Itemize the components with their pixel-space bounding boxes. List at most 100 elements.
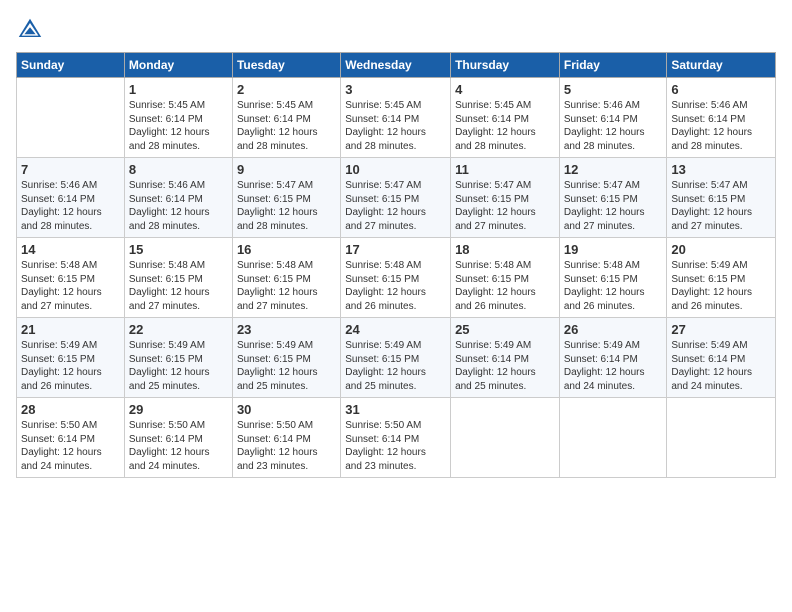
day-number: 30 — [237, 402, 336, 417]
day-number: 10 — [345, 162, 446, 177]
day-number: 4 — [455, 82, 555, 97]
column-header-sunday: Sunday — [17, 53, 125, 78]
calendar-cell: 19 Sunrise: 5:48 AM Sunset: 6:15 PM Dayli… — [559, 238, 667, 318]
day-number: 22 — [129, 322, 228, 337]
calendar-cell — [17, 78, 125, 158]
day-number: 8 — [129, 162, 228, 177]
day-info: Sunrise: 5:45 AM Sunset: 6:14 PM Dayligh… — [129, 99, 228, 153]
day-info: Sunrise: 5:45 AM Sunset: 6:14 PM Dayligh… — [345, 99, 446, 153]
calendar-cell: 10 Sunrise: 5:47 AM Sunset: 6:15 PM Dayli… — [341, 158, 451, 238]
day-info: Sunrise: 5:49 AM Sunset: 6:15 PM Dayligh… — [129, 339, 228, 393]
day-info: Sunrise: 5:50 AM Sunset: 6:14 PM Dayligh… — [21, 419, 120, 473]
day-number: 26 — [564, 322, 663, 337]
calendar-cell: 11Sunrise: 5:47 AM Sunset: 6:15 PM Dayli… — [451, 158, 560, 238]
calendar-cell: 16Sunrise: 5:48 AM Sunset: 6:15 PM Dayli… — [232, 238, 340, 318]
calendar-cell: 15 Sunrise: 5:48 AM Sunset: 6:15 PM Dayli… — [124, 238, 232, 318]
calendar-cell: 12Sunrise: 5:47 AM Sunset: 6:15 PM Dayli… — [559, 158, 667, 238]
day-number: 2 — [237, 82, 336, 97]
calendar-cell: 9Sunrise: 5:47 AM Sunset: 6:15 PM Daylig… — [232, 158, 340, 238]
column-header-monday: Monday — [124, 53, 232, 78]
logo-icon — [16, 16, 44, 44]
day-number: 31 — [345, 402, 446, 417]
day-info: Sunrise: 5:49 AM Sunset: 6:15 PM Dayligh… — [671, 259, 771, 313]
calendar-cell: 31 Sunrise: 5:50 AM Sunset: 6:14 PM Dayli… — [341, 398, 451, 478]
day-info: Sunrise: 5:47 AM Sunset: 6:15 PM Dayligh… — [345, 179, 446, 233]
day-number: 20 — [671, 242, 771, 257]
day-info: Sunrise: 5:48 AM Sunset: 6:15 PM Dayligh… — [564, 259, 663, 313]
calendar-cell: 27 Sunrise: 5:49 AM Sunset: 6:14 PM Dayli… — [667, 318, 776, 398]
calendar-header-row: SundayMondayTuesdayWednesdayThursdayFrid… — [17, 53, 776, 78]
day-number: 29 — [129, 402, 228, 417]
calendar-cell: 25 Sunrise: 5:49 AM Sunset: 6:14 PM Dayli… — [451, 318, 560, 398]
calendar-cell: 24Sunrise: 5:49 AM Sunset: 6:15 PM Dayli… — [341, 318, 451, 398]
day-number: 1 — [129, 82, 228, 97]
day-info: Sunrise: 5:49 AM Sunset: 6:14 PM Dayligh… — [564, 339, 663, 393]
column-header-wednesday: Wednesday — [341, 53, 451, 78]
calendar-cell: 30 Sunrise: 5:50 AM Sunset: 6:14 PM Dayli… — [232, 398, 340, 478]
day-info: Sunrise: 5:48 AM Sunset: 6:15 PM Dayligh… — [129, 259, 228, 313]
calendar-cell: 14 Sunrise: 5:48 AM Sunset: 6:15 PM Dayli… — [17, 238, 125, 318]
calendar-cell: 4Sunrise: 5:45 AM Sunset: 6:14 PM Daylig… — [451, 78, 560, 158]
day-number: 18 — [455, 242, 555, 257]
day-info: Sunrise: 5:49 AM Sunset: 6:15 PM Dayligh… — [21, 339, 120, 393]
calendar-week-row: 28 Sunrise: 5:50 AM Sunset: 6:14 PM Dayli… — [17, 398, 776, 478]
calendar-week-row: 1 Sunrise: 5:45 AM Sunset: 6:14 PM Daylig… — [17, 78, 776, 158]
day-info: Sunrise: 5:46 AM Sunset: 6:14 PM Dayligh… — [564, 99, 663, 153]
calendar-cell: 23 Sunrise: 5:49 AM Sunset: 6:15 PM Dayli… — [232, 318, 340, 398]
day-number: 19 — [564, 242, 663, 257]
day-info: Sunrise: 5:48 AM Sunset: 6:15 PM Dayligh… — [237, 259, 336, 313]
calendar-cell: 13 Sunrise: 5:47 AM Sunset: 6:15 PM Dayli… — [667, 158, 776, 238]
day-info: Sunrise: 5:50 AM Sunset: 6:14 PM Dayligh… — [345, 419, 446, 473]
column-header-friday: Friday — [559, 53, 667, 78]
day-number: 21 — [21, 322, 120, 337]
day-info: Sunrise: 5:48 AM Sunset: 6:15 PM Dayligh… — [21, 259, 120, 313]
calendar-cell: 2 Sunrise: 5:45 AM Sunset: 6:14 PM Daylig… — [232, 78, 340, 158]
day-info: Sunrise: 5:46 AM Sunset: 6:14 PM Dayligh… — [671, 99, 771, 153]
day-number: 23 — [237, 322, 336, 337]
day-number: 14 — [21, 242, 120, 257]
day-number: 17 — [345, 242, 446, 257]
day-number: 13 — [671, 162, 771, 177]
day-number: 6 — [671, 82, 771, 97]
day-info: Sunrise: 5:47 AM Sunset: 6:15 PM Dayligh… — [237, 179, 336, 233]
calendar-cell: 17 Sunrise: 5:48 AM Sunset: 6:15 PM Dayli… — [341, 238, 451, 318]
day-number: 28 — [21, 402, 120, 417]
page-header — [16, 16, 776, 44]
day-info: Sunrise: 5:47 AM Sunset: 6:15 PM Dayligh… — [671, 179, 771, 233]
day-number: 5 — [564, 82, 663, 97]
day-info: Sunrise: 5:46 AM Sunset: 6:14 PM Dayligh… — [21, 179, 120, 233]
day-info: Sunrise: 5:50 AM Sunset: 6:14 PM Dayligh… — [129, 419, 228, 473]
day-number: 15 — [129, 242, 228, 257]
calendar-week-row: 14 Sunrise: 5:48 AM Sunset: 6:15 PM Dayli… — [17, 238, 776, 318]
day-info: Sunrise: 5:48 AM Sunset: 6:15 PM Dayligh… — [455, 259, 555, 313]
calendar-cell: 21 Sunrise: 5:49 AM Sunset: 6:15 PM Dayli… — [17, 318, 125, 398]
calendar-cell: 18 Sunrise: 5:48 AM Sunset: 6:15 PM Dayli… — [451, 238, 560, 318]
calendar-cell: 29 Sunrise: 5:50 AM Sunset: 6:14 PM Dayli… — [124, 398, 232, 478]
calendar-cell: 20 Sunrise: 5:49 AM Sunset: 6:15 PM Dayli… — [667, 238, 776, 318]
column-header-tuesday: Tuesday — [232, 53, 340, 78]
calendar-cell: 8 Sunrise: 5:46 AM Sunset: 6:14 PM Daylig… — [124, 158, 232, 238]
calendar-week-row: 21 Sunrise: 5:49 AM Sunset: 6:15 PM Dayli… — [17, 318, 776, 398]
day-info: Sunrise: 5:50 AM Sunset: 6:14 PM Dayligh… — [237, 419, 336, 473]
day-info: Sunrise: 5:49 AM Sunset: 6:15 PM Dayligh… — [237, 339, 336, 393]
day-number: 27 — [671, 322, 771, 337]
day-number: 3 — [345, 82, 446, 97]
day-number: 25 — [455, 322, 555, 337]
calendar-cell — [559, 398, 667, 478]
column-header-saturday: Saturday — [667, 53, 776, 78]
day-info: Sunrise: 5:49 AM Sunset: 6:14 PM Dayligh… — [671, 339, 771, 393]
calendar-table: SundayMondayTuesdayWednesdayThursdayFrid… — [16, 52, 776, 478]
calendar-cell: 22 Sunrise: 5:49 AM Sunset: 6:15 PM Dayli… — [124, 318, 232, 398]
calendar-cell: 3 Sunrise: 5:45 AM Sunset: 6:14 PM Daylig… — [341, 78, 451, 158]
column-header-thursday: Thursday — [451, 53, 560, 78]
calendar-cell: 28 Sunrise: 5:50 AM Sunset: 6:14 PM Dayli… — [17, 398, 125, 478]
day-info: Sunrise: 5:48 AM Sunset: 6:15 PM Dayligh… — [345, 259, 446, 313]
calendar-week-row: 7Sunrise: 5:46 AM Sunset: 6:14 PM Daylig… — [17, 158, 776, 238]
calendar-cell: 5 Sunrise: 5:46 AM Sunset: 6:14 PM Daylig… — [559, 78, 667, 158]
day-info: Sunrise: 5:45 AM Sunset: 6:14 PM Dayligh… — [237, 99, 336, 153]
logo — [16, 16, 48, 44]
day-info: Sunrise: 5:49 AM Sunset: 6:14 PM Dayligh… — [455, 339, 555, 393]
calendar-cell: 1 Sunrise: 5:45 AM Sunset: 6:14 PM Daylig… — [124, 78, 232, 158]
day-info: Sunrise: 5:47 AM Sunset: 6:15 PM Dayligh… — [564, 179, 663, 233]
day-info: Sunrise: 5:46 AM Sunset: 6:14 PM Dayligh… — [129, 179, 228, 233]
